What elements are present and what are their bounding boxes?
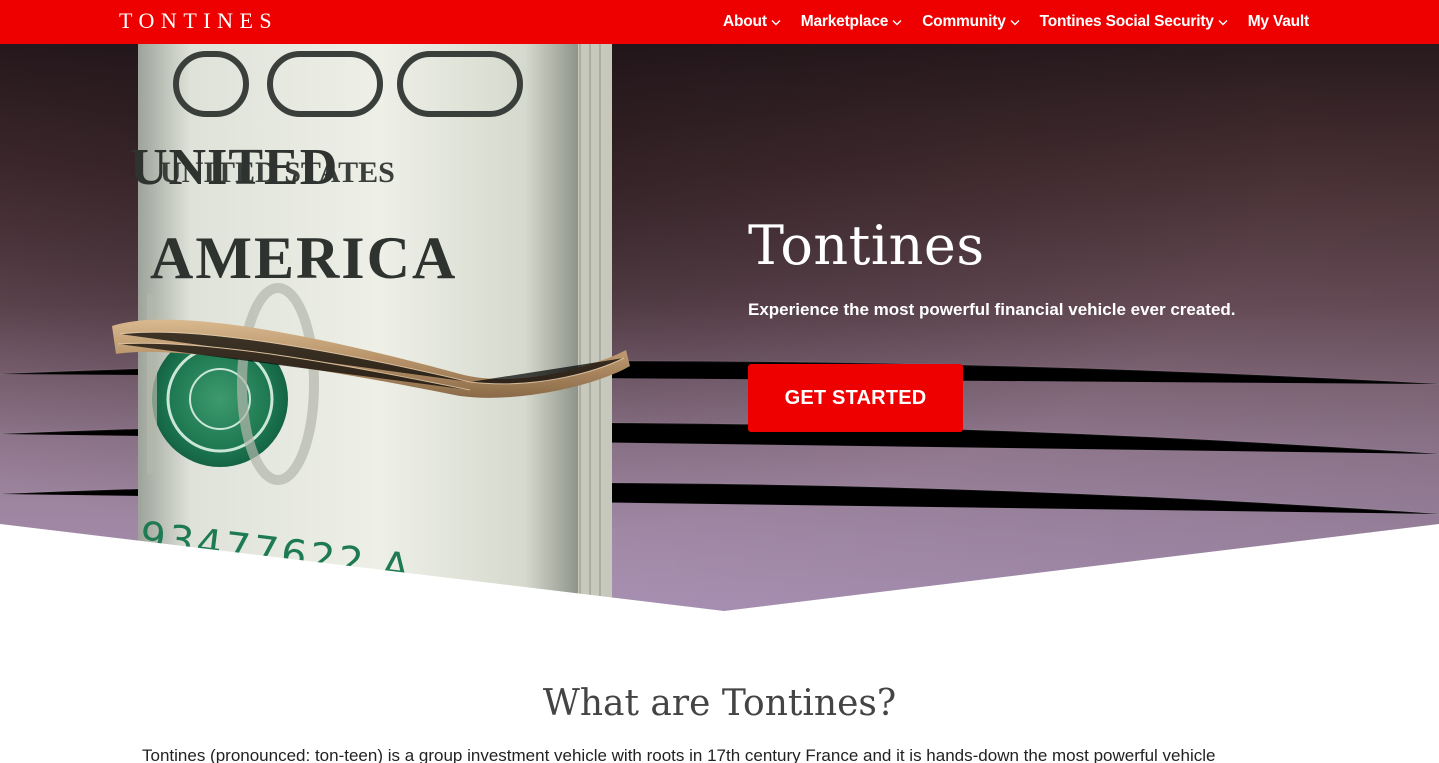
section-intro-text: Tontines (pronounced: ton-teen) is a gro…	[142, 746, 1216, 763]
chevron-down-icon	[1010, 19, 1020, 26]
hero-subtitle: Experience the most powerful financial v…	[748, 300, 1236, 319]
main-nav: About Marketplace Community Tontines Soc…	[723, 0, 1309, 44]
nav-item-label: Community	[922, 13, 1006, 30]
hero-title: Tontines	[748, 214, 985, 277]
svg-text:UNITED STATES: UNITED STATES	[160, 156, 395, 189]
site-logo[interactable]: TONTINES	[119, 8, 278, 34]
nav-item-tontines-social-security[interactable]: Tontines Social Security	[1040, 13, 1228, 31]
get-started-button[interactable]: GET STARTED	[748, 364, 963, 432]
nav-item-about[interactable]: About	[723, 13, 781, 31]
nav-item-community[interactable]: Community	[922, 13, 1020, 31]
chevron-down-icon	[892, 19, 902, 26]
nav-item-label: About	[723, 13, 767, 30]
nav-item-label: My Vault	[1247, 13, 1309, 30]
section-heading: What are Tontines?	[542, 683, 897, 724]
chevron-down-icon	[771, 19, 781, 26]
nav-item-marketplace[interactable]: Marketplace	[801, 13, 902, 31]
svg-text:AMERICA: AMERICA	[150, 225, 457, 291]
hero-bottom-divider	[0, 524, 1439, 612]
chevron-down-icon	[1218, 19, 1228, 26]
svg-text:UNITED: UNITED	[130, 139, 338, 196]
nav-item-label: Tontines Social Security	[1039, 13, 1214, 30]
nav-item-label: Marketplace	[800, 13, 889, 30]
top-navbar: TONTINES About Marketplace Community Ton…	[0, 0, 1439, 44]
nav-item-my-vault[interactable]: My Vault	[1248, 13, 1309, 31]
